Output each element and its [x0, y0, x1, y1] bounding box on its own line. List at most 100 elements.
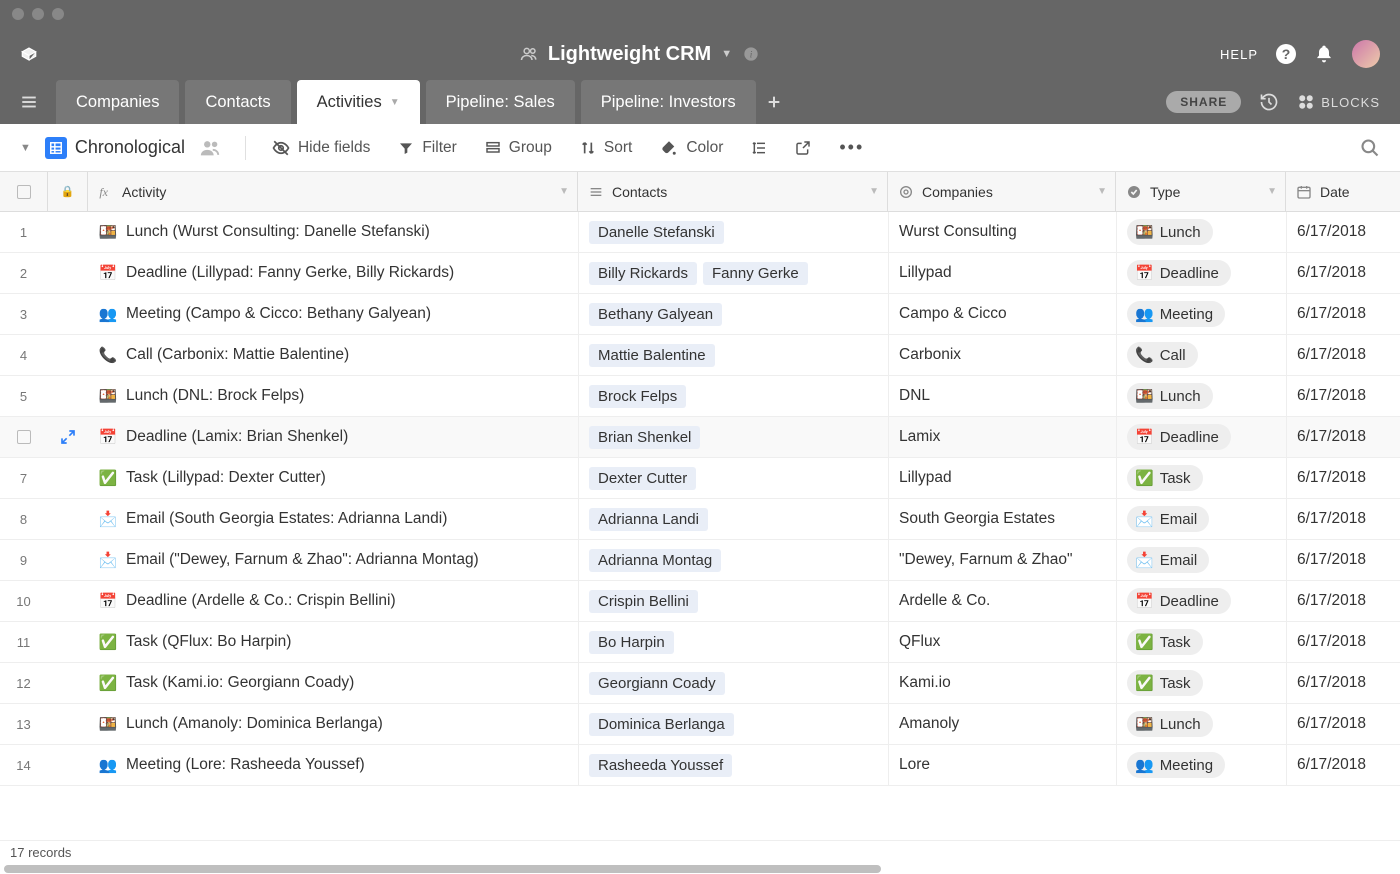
expand-row-button[interactable]	[48, 663, 88, 703]
row-number[interactable]: 5	[0, 376, 48, 416]
cell-contacts[interactable]: Brian Shenkel	[578, 417, 888, 457]
sort-button[interactable]: Sort	[578, 135, 634, 161]
cell-date[interactable]: 6/17/2018	[1286, 335, 1386, 375]
cell-company[interactable]: Lore	[888, 745, 1116, 785]
help-icon[interactable]: ?	[1276, 44, 1296, 64]
cell-type[interactable]: 📞Call	[1116, 335, 1286, 375]
expand-row-button[interactable]	[48, 253, 88, 293]
view-switcher[interactable]: Chronological	[45, 137, 185, 159]
expand-row-button[interactable]	[48, 540, 88, 580]
contact-chip[interactable]: Dexter Cutter	[589, 467, 696, 490]
cell-activity[interactable]: 🍱Lunch (Amanoly: Dominica Berlanga)	[88, 704, 578, 744]
expand-row-button[interactable]	[48, 294, 88, 334]
cell-type[interactable]: 👥Meeting	[1116, 294, 1286, 334]
cell-activity[interactable]: 📅Deadline (Lillypad: Fanny Gerke, Billy …	[88, 253, 578, 293]
avatar[interactable]	[1352, 40, 1380, 68]
collaborators-icon[interactable]	[199, 137, 221, 159]
cell-contacts[interactable]: Adrianna Montag	[578, 540, 888, 580]
table-row[interactable]: 8📩Email (South Georgia Estates: Adrianna…	[0, 499, 1400, 540]
table-row[interactable]: 9📩Email ("Dewey, Farnum & Zhao": Adriann…	[0, 540, 1400, 581]
table-row[interactable]: 11✅Task (QFlux: Bo Harpin)Bo HarpinQFlux…	[0, 622, 1400, 663]
help-label[interactable]: HELP	[1220, 47, 1258, 62]
cell-date[interactable]: 6/17/2018	[1286, 417, 1386, 457]
cell-type[interactable]: ✅Task	[1116, 458, 1286, 498]
cell-activity[interactable]: ✅Task (Kami.io: Georgiann Coady)	[88, 663, 578, 703]
cell-contacts[interactable]: Billy RickardsFanny Gerke	[578, 253, 888, 293]
cell-date[interactable]: 6/17/2018	[1286, 294, 1386, 334]
table-row[interactable]: 3👥Meeting (Campo & Cicco: Bethany Galyea…	[0, 294, 1400, 335]
cell-date[interactable]: 6/17/2018	[1286, 253, 1386, 293]
contact-chip[interactable]: Fanny Gerke	[703, 262, 808, 285]
table-row[interactable]: 2📅Deadline (Lillypad: Fanny Gerke, Billy…	[0, 253, 1400, 294]
views-menu-icon[interactable]: ▼	[20, 142, 31, 154]
cell-contacts[interactable]: Mattie Balentine	[578, 335, 888, 375]
table-row[interactable]: 14👥Meeting (Lore: Rasheeda Youssef)Rashe…	[0, 745, 1400, 786]
row-number[interactable]	[0, 417, 48, 457]
table-row[interactable]: 7✅Task (Lillypad: Dexter Cutter)Dexter C…	[0, 458, 1400, 499]
add-table-button[interactable]	[756, 80, 792, 124]
cell-contacts[interactable]: Danelle Stefanski	[578, 212, 888, 252]
table-row[interactable]: 📅Deadline (Lamix: Brian Shenkel)Brian Sh…	[0, 417, 1400, 458]
table-row[interactable]: 13🍱Lunch (Amanoly: Dominica Berlanga)Dom…	[0, 704, 1400, 745]
cell-company[interactable]: South Georgia Estates	[888, 499, 1116, 539]
contact-chip[interactable]: Adrianna Montag	[589, 549, 721, 572]
row-number[interactable]: 4	[0, 335, 48, 375]
grid-body[interactable]: 1🍱Lunch (Wurst Consulting: Danelle Stefa…	[0, 212, 1400, 786]
cell-type[interactable]: 📅Deadline	[1116, 253, 1286, 293]
cell-company[interactable]: Lamix	[888, 417, 1116, 457]
cell-contacts[interactable]: Brock Felps	[578, 376, 888, 416]
table-row[interactable]: 10 📅Deadline (Ardelle & Co.: Crispin Bell…	[0, 581, 1400, 622]
cell-company[interactable]: Campo & Cicco	[888, 294, 1116, 334]
contact-chip[interactable]: Rasheeda Youssef	[589, 754, 732, 777]
share-button[interactable]: SHARE	[1166, 91, 1241, 113]
cell-type[interactable]: 📩Email	[1116, 540, 1286, 580]
cell-date[interactable]: 6/17/2018	[1286, 499, 1386, 539]
hide-fields-button[interactable]: Hide fields	[270, 135, 372, 161]
cell-company[interactable]: Carbonix	[888, 335, 1116, 375]
contact-chip[interactable]: Mattie Balentine	[589, 344, 715, 367]
cell-activity[interactable]: 📅Deadline (Ardelle & Co.: Crispin Bellin…	[88, 581, 578, 621]
column-header-date[interactable]: Date	[1286, 172, 1386, 211]
expand-row-button[interactable]	[48, 417, 88, 457]
chevron-down-icon[interactable]: ▼	[721, 48, 732, 60]
filter-button[interactable]: Filter	[396, 135, 458, 161]
row-number[interactable]: 10	[0, 581, 48, 621]
expand-row-button[interactable]	[48, 499, 88, 539]
row-number[interactable]: 8	[0, 499, 48, 539]
chevron-down-icon[interactable]: ▼	[1267, 186, 1277, 197]
cell-type[interactable]: 🍱Lunch	[1116, 704, 1286, 744]
chevron-down-icon[interactable]: ▼	[869, 186, 879, 197]
contact-chip[interactable]: Brock Felps	[589, 385, 686, 408]
expand-row-button[interactable]	[48, 335, 88, 375]
row-checkbox[interactable]	[17, 430, 31, 444]
cell-type[interactable]: 📩Email	[1116, 499, 1286, 539]
chevron-down-icon[interactable]: ▼	[559, 186, 569, 197]
search-button[interactable]	[1360, 138, 1380, 158]
cell-date[interactable]: 6/17/2018	[1286, 212, 1386, 252]
group-button[interactable]: Group	[483, 135, 554, 161]
cell-type[interactable]: ✅Task	[1116, 622, 1286, 662]
cell-date[interactable]: 6/17/2018	[1286, 376, 1386, 416]
contact-chip[interactable]: Danelle Stefanski	[589, 221, 724, 244]
cell-company[interactable]: QFlux	[888, 622, 1116, 662]
base-title[interactable]: Lightweight CRM	[548, 43, 711, 66]
expand-row-button[interactable]	[48, 212, 88, 252]
scrollbar-thumb[interactable]	[4, 865, 881, 873]
expand-row-button[interactable]	[48, 458, 88, 498]
expand-row-button[interactable]	[48, 622, 88, 662]
cell-activity[interactable]: 👥Meeting (Campo & Cicco: Bethany Galyean…	[88, 294, 578, 334]
menu-icon[interactable]	[20, 80, 56, 124]
horizontal-scrollbar[interactable]	[0, 864, 1400, 874]
cell-type[interactable]: 🍱Lunch	[1116, 212, 1286, 252]
cell-contacts[interactable]: Crispin Bellini	[578, 581, 888, 621]
cell-type[interactable]: ✅Task	[1116, 663, 1286, 703]
info-icon[interactable]: i	[742, 45, 760, 63]
cell-contacts[interactable]: Rasheeda Youssef	[578, 745, 888, 785]
cell-type[interactable]: 👥Meeting	[1116, 745, 1286, 785]
blocks-button[interactable]: BLOCKS	[1297, 93, 1380, 111]
cell-date[interactable]: 6/17/2018	[1286, 581, 1386, 621]
tab-companies[interactable]: Companies	[56, 80, 179, 124]
row-number[interactable]: 9	[0, 540, 48, 580]
chevron-down-icon[interactable]: ▼	[1097, 186, 1107, 197]
traffic-light-minimize[interactable]	[32, 8, 44, 20]
